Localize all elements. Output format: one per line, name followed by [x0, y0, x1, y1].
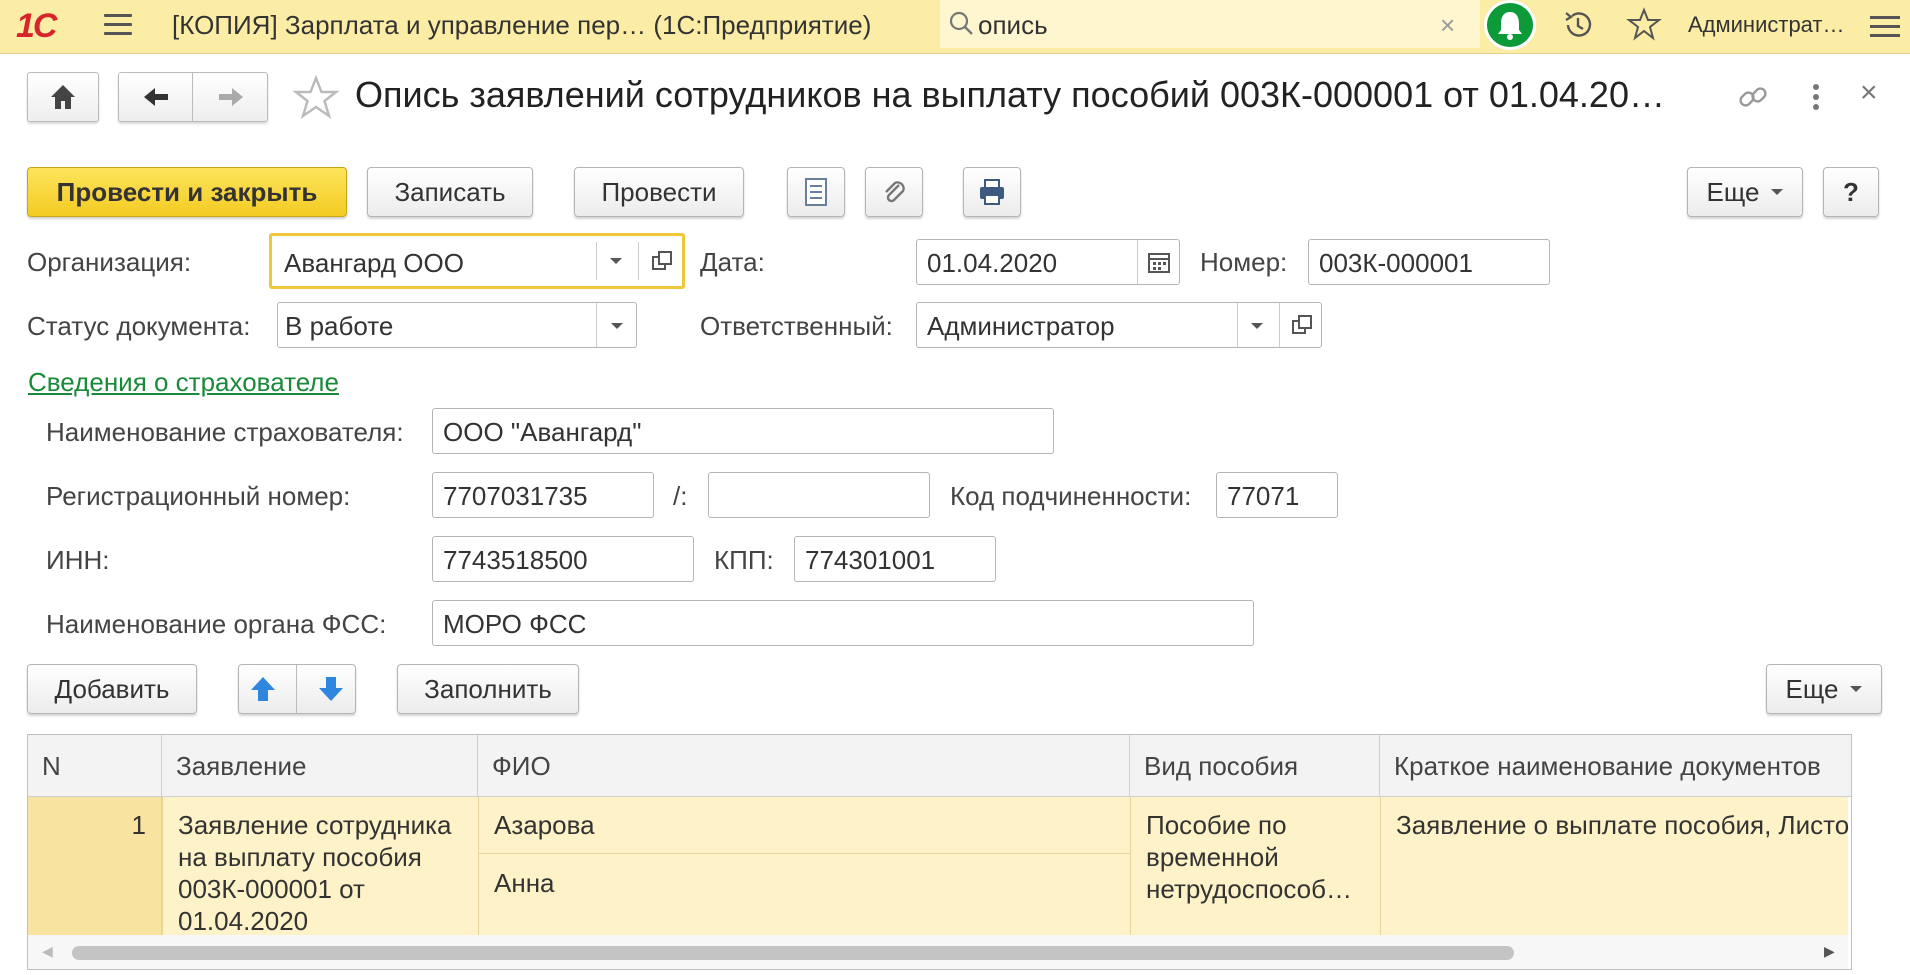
close-icon[interactable]: ×: [1860, 76, 1878, 110]
scroll-left-icon[interactable]: ◀: [42, 943, 53, 960]
horizontal-scroll-thumb[interactable]: [72, 946, 1514, 960]
reg-extra-field[interactable]: [708, 472, 930, 518]
more-actions-icon[interactable]: [1804, 80, 1828, 114]
number-field[interactable]: 003К-000001: [1308, 239, 1550, 285]
row-fio-first: Анна: [494, 868, 555, 898]
scroll-right-icon[interactable]: ▶: [1824, 943, 1835, 960]
vertical-scrollbar[interactable]: ▲ ▼: [1850, 797, 1851, 937]
table-more-button[interactable]: Еще: [1766, 664, 1882, 714]
post-button[interactable]: Провести: [574, 167, 744, 217]
org-label: Организация:: [27, 247, 192, 277]
settings-menu-icon[interactable]: [1870, 16, 1900, 42]
move-down-icon[interactable]: [317, 674, 345, 704]
column-header-n[interactable]: N: [28, 735, 162, 797]
add-row-button[interactable]: Добавить: [27, 664, 197, 714]
horizontal-scrollbar[interactable]: ◀ ▶: [28, 935, 1848, 969]
chevron-down-icon[interactable]: [611, 323, 623, 329]
insurer-info-link[interactable]: Сведения о страхователе: [28, 367, 339, 398]
open-icon[interactable]: [1291, 314, 1313, 336]
arrow-right-icon: [219, 88, 243, 106]
inn-label: ИНН:: [46, 545, 110, 575]
statements-table: N Заявление ФИО Вид пособия Краткое наим…: [27, 734, 1852, 970]
bell-icon: [1498, 12, 1522, 40]
help-button[interactable]: ?: [1823, 167, 1879, 217]
kpp-field[interactable]: 774301001: [794, 536, 996, 582]
insurer-name-field[interactable]: ООО "Авангард": [432, 408, 1054, 454]
row-statement: Заявление сотрудника на выплату пособия …: [178, 810, 452, 936]
column-header-docs[interactable]: Краткое наименование документов: [1380, 735, 1851, 797]
row-fio-last: Азарова: [494, 810, 595, 840]
print-button[interactable]: [963, 167, 1021, 217]
kpp-label: КПП:: [714, 545, 774, 575]
move-up-icon[interactable]: [249, 674, 277, 704]
document-list-icon: [805, 178, 827, 206]
calendar-icon[interactable]: [1147, 250, 1171, 274]
move-buttons-group: [238, 664, 356, 714]
date-value: 01.04.2020: [927, 248, 1058, 278]
row-benefit: Пособие по временной нетрудоспособ…: [1146, 810, 1352, 904]
save-button[interactable]: Записать: [367, 167, 533, 217]
date-field[interactable]: 01.04.2020: [916, 239, 1180, 285]
row-docs: Заявление о выплате пособия, Листок ти №…: [1396, 810, 1850, 840]
chevron-down-icon: [1771, 189, 1784, 195]
status-value: В работе: [285, 311, 394, 341]
table-header: N Заявление ФИО Вид пособия Краткое наим…: [28, 735, 1851, 797]
home-button[interactable]: [27, 72, 99, 122]
post-and-close-button[interactable]: Провести и закрыть: [27, 167, 347, 217]
notifications-button[interactable]: [1484, 0, 1536, 50]
favorites-star-icon[interactable]: [1626, 6, 1662, 42]
chevron-down-icon[interactable]: [610, 258, 622, 264]
column-header-benefit[interactable]: Вид пособия: [1130, 735, 1380, 797]
more-label: Еще: [1706, 176, 1760, 207]
row-number: 1: [131, 810, 146, 840]
arrow-left-icon: [144, 88, 168, 106]
subord-code-label: Код подчиненности:: [950, 481, 1192, 511]
status-label: Статус документа:: [27, 311, 251, 341]
app-logo[interactable]: 1С: [16, 7, 78, 45]
user-name[interactable]: Администрат…: [1688, 12, 1845, 38]
insurer-name-label: Наименование страхователя:: [46, 417, 404, 447]
fss-field[interactable]: МОРО ФСС: [432, 600, 1254, 646]
app-title: [КОПИЯ] Зарплата и управление пер… (1С:П…: [172, 10, 872, 40]
column-header-statement[interactable]: Заявление: [162, 735, 478, 797]
home-icon: [51, 85, 75, 109]
date-label: Дата:: [700, 247, 765, 277]
responsible-label: Ответственный:: [700, 311, 893, 341]
search-value[interactable]: опись: [978, 10, 1048, 41]
back-forward-group: [118, 72, 268, 122]
search-icon: [949, 11, 973, 35]
org-value: Авангард ООО: [284, 248, 464, 278]
attachments-button[interactable]: [865, 167, 923, 217]
favorite-star-icon[interactable]: [292, 74, 340, 122]
reg-number-field[interactable]: 7707031735: [432, 472, 654, 518]
forward-button[interactable]: [194, 73, 268, 121]
chevron-down-icon[interactable]: [1251, 323, 1263, 329]
org-field[interactable]: Авангард ООО: [269, 233, 685, 289]
fill-button[interactable]: Заполнить: [397, 664, 579, 714]
open-icon[interactable]: [651, 250, 673, 272]
reg-separator: /:: [673, 481, 688, 511]
history-icon[interactable]: [1560, 7, 1596, 43]
more-menu-button[interactable]: Еще: [1687, 167, 1803, 217]
status-select[interactable]: В работе: [277, 302, 637, 348]
chevron-down-icon: [1850, 686, 1863, 692]
clear-search-icon[interactable]: ×: [1440, 10, 1455, 41]
table-row[interactable]: 1 Заявление сотрудника на выплату пособи…: [28, 797, 1850, 957]
printer-icon: [980, 179, 1004, 205]
inn-field[interactable]: 7743518500: [432, 536, 694, 582]
link-icon[interactable]: [1736, 80, 1770, 114]
column-header-fio[interactable]: ФИО: [478, 735, 1130, 797]
number-label: Номер:: [1200, 247, 1288, 277]
main-menu-icon[interactable]: [104, 14, 132, 38]
subord-code-field[interactable]: 77071: [1216, 472, 1338, 518]
table-more-label: Еще: [1785, 673, 1839, 704]
document-title: Опись заявлений сотрудников на выплату п…: [355, 74, 1665, 115]
back-button[interactable]: [119, 73, 193, 121]
journal-button[interactable]: [787, 167, 845, 217]
paperclip-icon: [885, 181, 905, 203]
reg-number-label: Регистрационный номер:: [46, 481, 351, 511]
responsible-field[interactable]: Администратор: [916, 302, 1322, 348]
fss-label: Наименование органа ФСС:: [46, 609, 387, 639]
responsible-value: Администратор: [927, 311, 1115, 341]
